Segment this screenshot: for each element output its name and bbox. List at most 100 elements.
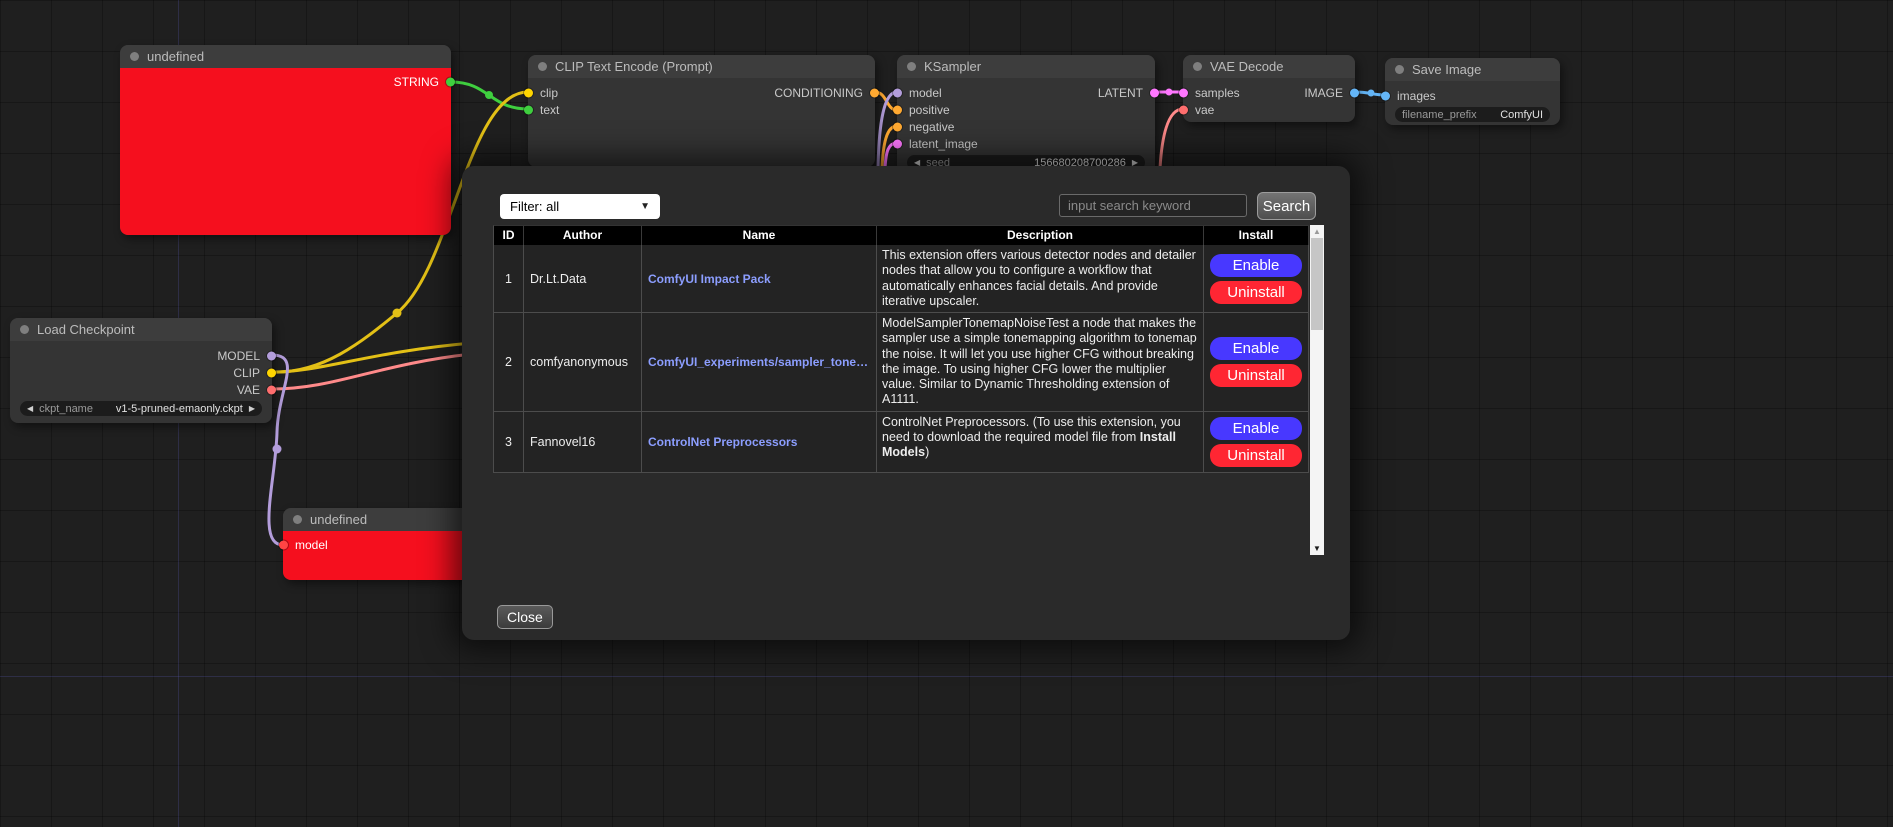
collapse-dot[interactable] — [20, 325, 29, 334]
node-title-bar[interactable]: VAE Decode — [1183, 55, 1355, 78]
port-dot-clip-output[interactable] — [267, 368, 276, 377]
cell-author: Fannovel16 — [524, 412, 642, 473]
link-dot-image — [1368, 90, 1375, 97]
node-title: Save Image — [1412, 62, 1481, 77]
extension-link[interactable]: ControlNet Preprocessors — [648, 435, 797, 449]
wire-vae-into-decode — [1160, 109, 1183, 168]
port-dot-text-input[interactable] — [524, 105, 533, 114]
port-label-images: images — [1397, 89, 1436, 103]
link-dot-clip — [393, 309, 402, 318]
port-dot-model-input[interactable] — [279, 541, 288, 550]
cell-author: comfyanonymous — [524, 313, 642, 412]
node-title: Load Checkpoint — [37, 322, 135, 337]
filename-prefix-widget[interactable]: filename_prefix ComfyUI — [1395, 107, 1550, 122]
scrollbar-thumb[interactable] — [1311, 238, 1323, 330]
header-author: Author — [524, 226, 642, 245]
port-dot-latent-image-input[interactable] — [893, 139, 902, 148]
cell-id: 3 — [494, 412, 524, 473]
node-vae-decode[interactable]: VAE Decode samples IMAGE vae — [1183, 55, 1355, 122]
header-description: Description — [877, 226, 1204, 245]
close-button[interactable]: Close — [497, 605, 553, 629]
uninstall-button[interactable]: Uninstall — [1210, 444, 1302, 467]
collapse-dot[interactable] — [130, 52, 139, 61]
port-dot-images-input[interactable] — [1381, 91, 1390, 100]
node-title: undefined — [310, 512, 367, 527]
cell-install: Enable Uninstall — [1204, 412, 1309, 473]
port-label-text: text — [540, 103, 559, 117]
wire-string-to-text — [451, 82, 528, 109]
ckpt-widget-value: v1-5-pruned-emaonly.ckpt — [116, 403, 243, 415]
uninstall-button[interactable]: Uninstall — [1210, 281, 1302, 304]
filter-selected-label: Filter: all — [510, 199, 559, 214]
node-title: VAE Decode — [1210, 59, 1283, 74]
port-label-latent-image: latent_image — [909, 137, 978, 151]
ckpt-widget-label: ckpt_name — [39, 403, 93, 415]
node-title-bar[interactable]: undefined — [120, 45, 451, 68]
cell-id: 2 — [494, 313, 524, 412]
port-dot-string-output[interactable] — [446, 78, 455, 87]
wire-vae-hidden — [272, 354, 472, 389]
extension-table: ID Author Name Description Install 1 Dr.… — [493, 225, 1309, 473]
node-undefined-bottom[interactable]: undefined model — [283, 508, 483, 580]
filter-select[interactable]: Filter: all ▼ — [500, 194, 660, 219]
enable-button[interactable]: Enable — [1210, 254, 1302, 277]
table-scrollbar[interactable]: ▲ ▼ — [1310, 225, 1324, 555]
port-dot-vae-input[interactable] — [1179, 105, 1188, 114]
cell-description: ModelSamplerTonemapNoiseTest a node that… — [877, 313, 1204, 412]
extension-link[interactable]: ComfyUI_experiments/sampler_tonemap — [648, 355, 870, 369]
scroll-up-arrow-icon[interactable]: ▲ — [1310, 225, 1324, 237]
cell-author: Dr.Lt.Data — [524, 245, 642, 313]
search-button[interactable]: Search — [1257, 192, 1316, 220]
node-title-bar[interactable]: undefined — [283, 508, 483, 531]
port-label-clip: clip — [540, 86, 558, 100]
node-title-bar[interactable]: CLIP Text Encode (Prompt) — [528, 55, 875, 78]
port-dot-model-output[interactable] — [267, 351, 276, 360]
cell-install: Enable Uninstall — [1204, 245, 1309, 313]
ckpt-name-widget[interactable]: ◀ ckpt_name v1-5-pruned-emaonly.ckpt ▶ — [20, 401, 262, 416]
port-label-clip-output: CLIP — [233, 366, 260, 380]
node-ksampler[interactable]: KSampler model LATENT positive negative … — [897, 55, 1155, 173]
comfyui-canvas[interactable]: undefined STRING CLIP Text Encode (Promp… — [0, 0, 1893, 827]
collapse-dot[interactable] — [538, 62, 547, 71]
header-install: Install — [1204, 226, 1309, 245]
enable-button[interactable]: Enable — [1210, 337, 1302, 360]
cell-description: This extension offers various detector n… — [877, 245, 1204, 313]
manager-dialog: Filter: all ▼ Search ID Author Name Desc… — [462, 166, 1350, 640]
port-label-samples: samples — [1195, 86, 1240, 100]
uninstall-button[interactable]: Uninstall — [1210, 364, 1302, 387]
link-dot-model — [273, 445, 282, 454]
ckpt-next-arrow-icon[interactable]: ▶ — [249, 404, 255, 413]
cell-name: ComfyUI Impact Pack — [642, 245, 877, 313]
search-input[interactable] — [1059, 194, 1247, 217]
port-dot-samples-input[interactable] — [1179, 88, 1188, 97]
port-dot-latent-output[interactable] — [1150, 88, 1159, 97]
port-dot-vae-output[interactable] — [267, 385, 276, 394]
extension-link[interactable]: ComfyUI Impact Pack — [648, 272, 771, 286]
node-title-bar[interactable]: Save Image — [1385, 58, 1560, 81]
port-dot-positive-input[interactable] — [893, 105, 902, 114]
node-title: undefined — [147, 49, 204, 64]
node-title-bar[interactable]: KSampler — [897, 55, 1155, 78]
collapse-dot[interactable] — [1395, 65, 1404, 74]
collapse-dot[interactable] — [293, 515, 302, 524]
node-clip-text-encode[interactable]: CLIP Text Encode (Prompt) clip CONDITION… — [528, 55, 875, 167]
collapse-dot[interactable] — [907, 62, 916, 71]
port-dot-clip-input[interactable] — [524, 88, 533, 97]
filename-prefix-label: filename_prefix — [1402, 109, 1477, 121]
node-save-image[interactable]: Save Image images filename_prefix ComfyU… — [1385, 58, 1560, 125]
port-label-vae: vae — [1195, 103, 1214, 117]
node-title-bar[interactable]: Load Checkpoint — [10, 318, 272, 341]
link-dot-string — [485, 91, 493, 99]
port-dot-image-output[interactable] — [1350, 88, 1359, 97]
node-load-checkpoint[interactable]: Load Checkpoint MODEL CLIP VAE ◀ ckpt_na… — [10, 318, 272, 423]
cell-install: Enable Uninstall — [1204, 313, 1309, 412]
ckpt-prev-arrow-icon[interactable]: ◀ — [27, 404, 33, 413]
enable-button[interactable]: Enable — [1210, 417, 1302, 440]
collapse-dot[interactable] — [1193, 62, 1202, 71]
port-dot-model-input[interactable] — [893, 88, 902, 97]
port-dot-conditioning-output[interactable] — [870, 88, 879, 97]
node-undefined-top[interactable]: undefined STRING — [120, 45, 451, 235]
port-dot-negative-input[interactable] — [893, 122, 902, 131]
scroll-down-arrow-icon[interactable]: ▼ — [1310, 542, 1324, 555]
port-label-positive: positive — [909, 103, 950, 117]
